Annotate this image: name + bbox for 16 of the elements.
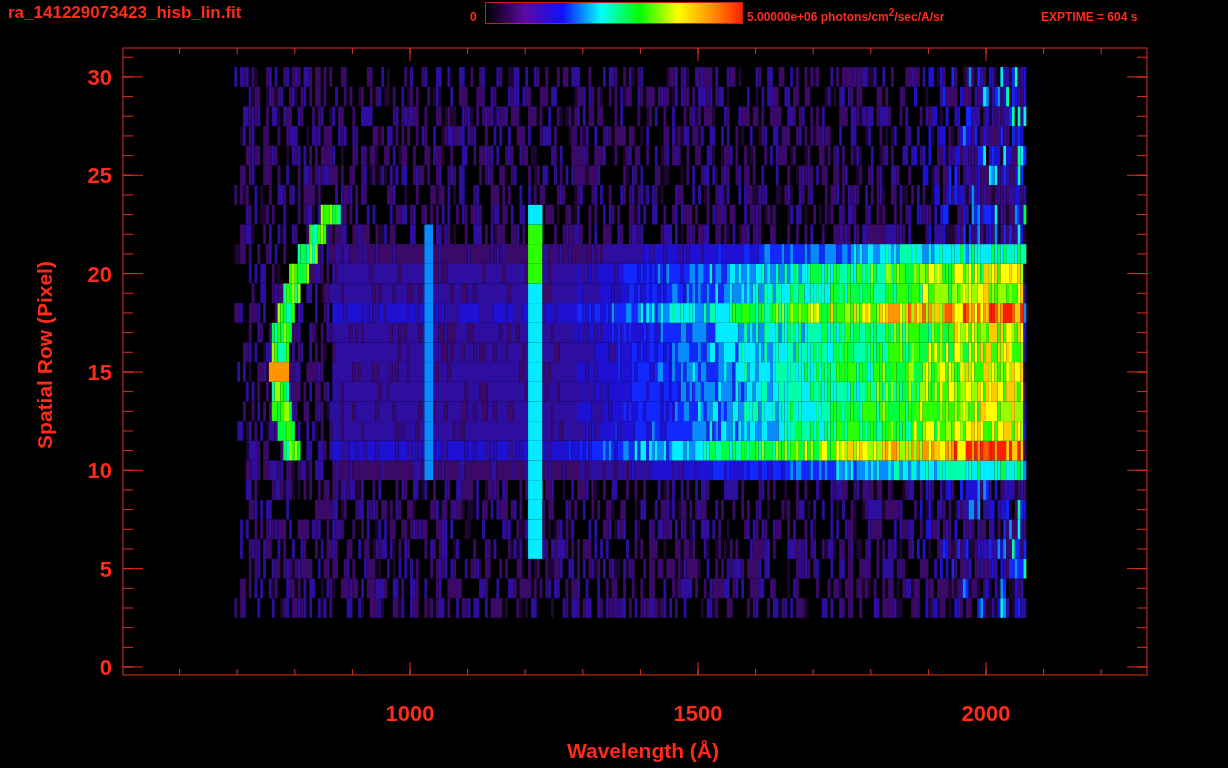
x-tick-label: 1500	[673, 701, 723, 726]
y-tick-label: 20	[87, 261, 112, 287]
x-axis-title: Wavelength (Å)	[566, 739, 720, 762]
colorbar-max-label: 5.00000e+06 photons/cm$^{2}$/sec/A/sr	[747, 7, 946, 26]
x-tick-label: 2000	[961, 701, 1011, 726]
file-title: ra_141229073423_hisb_lin.fit	[8, 3, 243, 23]
exposure-time: EXPTIME = 604 s	[1041, 10, 1138, 26]
x-tick-label: 1000	[385, 701, 435, 726]
colorbar-min-label: 0	[470, 10, 478, 26]
y-axis-title: Spatial Row (Pixel)	[33, 261, 56, 449]
y-tick-label: 25	[87, 163, 112, 189]
y-tick-label: 30	[87, 64, 112, 90]
y-tick-label: 5	[99, 556, 112, 582]
y-tick-label: 0	[99, 655, 112, 680]
y-tick-label: 10	[87, 458, 112, 484]
y-tick-label: 15	[87, 359, 112, 385]
